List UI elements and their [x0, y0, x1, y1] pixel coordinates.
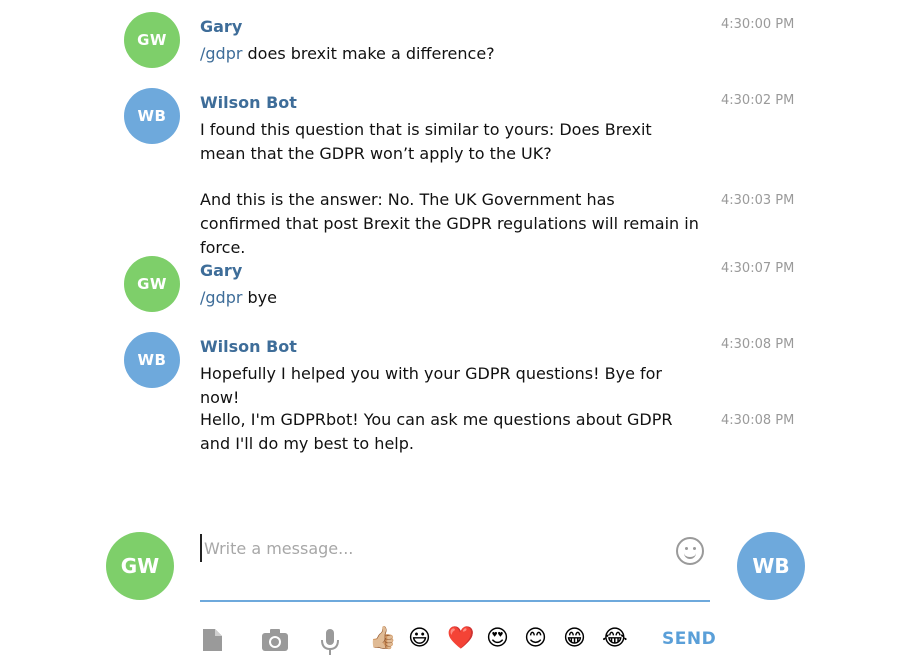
message-timestamp: 4:30:08 PM [721, 337, 795, 352]
grin-emoji-icon[interactable]: 😁 [563, 626, 586, 652]
message-text: And this is the answer: No. The UK Gover… [200, 190, 699, 257]
avatar[interactable]: GW [124, 256, 180, 312]
message-body: does brexit make a difference? [242, 44, 495, 63]
joy-emoji-icon[interactable]: 😂 [602, 626, 628, 652]
message-timestamp: 4:30:02 PM [721, 93, 795, 108]
message-timestamp: 4:30:08 PM [721, 413, 795, 428]
message-body: bye [242, 288, 277, 307]
message-text: Hello, I'm GDPRbot! You can ask me quest… [200, 410, 673, 453]
sender-name[interactable]: Gary [200, 261, 242, 280]
smiley-emoji-icon[interactable]: 😃 [408, 626, 431, 652]
message-timestamp: 4:30:00 PM [721, 17, 795, 32]
command-link[interactable]: /gdpr [200, 288, 242, 307]
message-text: /gdpr does brexit make a difference? [200, 42, 700, 66]
thumbs-up-emoji-icon[interactable]: 👍🏼 [369, 626, 396, 652]
emoji-picker-icon[interactable] [676, 537, 704, 565]
avatar[interactable]: WB [124, 332, 180, 388]
message-text: /gdpr bye [200, 286, 700, 310]
message-composer [200, 528, 710, 602]
heart-eyes-emoji-icon[interactable]: 😍 [486, 626, 509, 652]
bot-avatar[interactable]: WB [737, 532, 805, 600]
command-link[interactable]: /gdpr [200, 44, 242, 63]
avatar[interactable]: GW [124, 12, 180, 68]
microphone-icon[interactable] [319, 628, 341, 656]
message-text: Hopefully I helped you with your GDPR qu… [200, 364, 662, 407]
sender-name[interactable]: Wilson Bot [200, 337, 297, 356]
user-avatar[interactable]: GW [106, 532, 174, 600]
send-button[interactable]: SEND [662, 629, 716, 649]
message-timestamp: 4:30:07 PM [721, 261, 795, 276]
message-text: I found this question that is similar to… [200, 120, 652, 163]
heart-emoji-icon[interactable]: ❤️ [447, 626, 474, 652]
message-timestamp: 4:30:03 PM [721, 193, 795, 208]
blush-emoji-icon[interactable]: 😊 [524, 626, 547, 652]
camera-icon[interactable] [261, 628, 289, 652]
file-icon[interactable] [200, 628, 224, 652]
message-input[interactable] [200, 534, 666, 562]
sender-name[interactable]: Gary [200, 17, 242, 36]
avatar[interactable]: WB [124, 88, 180, 144]
sender-name[interactable]: Wilson Bot [200, 93, 297, 112]
